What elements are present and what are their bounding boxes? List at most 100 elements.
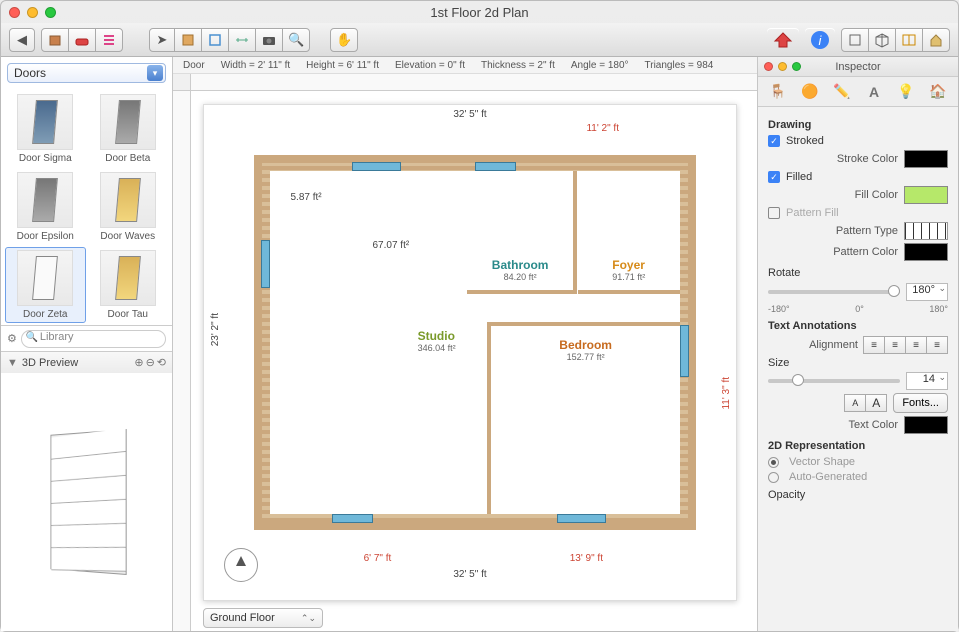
tab-building-icon[interactable]: 🏠 (928, 82, 948, 102)
align-right-button[interactable]: ≡ (905, 336, 927, 354)
zoom-in-icon[interactable]: ⊕ (134, 356, 143, 369)
size-value[interactable]: 14 (906, 372, 948, 390)
rep-auto-radio[interactable] (768, 472, 779, 483)
inspector-title: Inspector (758, 61, 958, 73)
info-button[interactable]: i (805, 28, 835, 52)
alignment-label: Alignment (768, 339, 858, 351)
text-color-swatch[interactable] (904, 416, 948, 434)
stroke-color-swatch[interactable] (904, 150, 948, 168)
reset-view-icon[interactable]: ⟲ (157, 356, 166, 369)
info-object: Door (183, 60, 205, 71)
tool-zoom-button[interactable]: 🔍 (282, 28, 310, 52)
compass-icon (224, 548, 258, 582)
room-bathroom[interactable]: Bathroom 84.20 ft² (467, 171, 578, 294)
stroke-color-label: Stroke Color (768, 153, 898, 165)
titlebar: 1st Floor 2d Plan (1, 1, 958, 23)
nav-back-button[interactable]: ◀ (9, 28, 35, 52)
pattern-type-picker[interactable] (904, 222, 948, 240)
zoom-out-icon[interactable]: ⊖ (146, 356, 155, 369)
library-grid: Door Sigma Door Beta Door Epsilon Door W… (1, 89, 172, 325)
floor-selector[interactable]: Ground Floor ⌃⌄ (203, 608, 323, 628)
library-item[interactable]: Door Sigma (5, 91, 86, 167)
window-title: 1st Floor 2d Plan (1, 5, 958, 20)
tool-dimension-button[interactable] (228, 28, 256, 52)
section-drawing: Drawing (768, 119, 948, 131)
opacity-label: Opacity (768, 489, 948, 501)
dim-left-total: 23' 2" ft (210, 313, 221, 346)
align-justify-button[interactable]: ≡ (926, 336, 948, 354)
size-label: Size (768, 357, 789, 369)
floor-plan-canvas[interactable]: 32' 5" ft 11' 2" ft 23' 2" ft 11' 3" ft … (203, 104, 737, 601)
category-dropdown[interactable]: Doors ▾ (7, 63, 166, 83)
category-label: Doors (14, 66, 46, 80)
ruler-vertical[interactable] (173, 91, 191, 631)
stroked-checkbox[interactable]: ✓ (768, 135, 780, 147)
dim-bottom-left: 6' 7" ft (364, 553, 392, 564)
align-left-button[interactable]: ≡ (863, 336, 885, 354)
info-thickness: Thickness = 2" ft (481, 60, 555, 71)
stroked-label: Stroked (786, 135, 948, 147)
dim-top-right: 11' 2" ft (586, 123, 619, 134)
mode-list-button[interactable] (95, 28, 123, 52)
fill-color-swatch[interactable] (904, 186, 948, 204)
tab-text-icon[interactable]: A (864, 82, 884, 102)
disclosure-icon[interactable]: ▼ (7, 357, 18, 369)
mode-sofa-button[interactable] (68, 28, 96, 52)
pattern-fill-label: Pattern Fill (786, 207, 948, 219)
ruler-corner (173, 74, 191, 91)
tab-2d-icon[interactable]: ✏️ (832, 82, 852, 102)
size-slider[interactable] (768, 379, 900, 383)
info-elevation: Elevation = 0" ft (395, 60, 465, 71)
fonts-button[interactable]: Fonts... (893, 393, 948, 413)
room-foyer[interactable]: Foyer 91.71 ft² (578, 171, 681, 294)
tab-light-icon[interactable]: 💡 (896, 82, 916, 102)
tool-room-button[interactable] (201, 28, 229, 52)
fill-color-label: Fill Color (768, 189, 898, 201)
library-item-selected[interactable]: Door Zeta (5, 247, 86, 323)
main-toolbar: ◀ ➤ 🔍 ✋ i (1, 23, 958, 57)
preview-3d[interactable] (1, 373, 172, 631)
mode-furniture-button[interactable] (41, 28, 69, 52)
section-2d-rep: 2D Representation (768, 440, 948, 452)
view-3d-button[interactable] (868, 28, 896, 52)
pattern-type-label: Pattern Type (768, 225, 898, 237)
rotate-value[interactable]: 180° (906, 283, 948, 301)
chevron-down-icon: ▾ (147, 65, 163, 81)
room-studio-label: Studio 346.04 ft² (418, 329, 456, 353)
pattern-color-swatch[interactable] (904, 243, 948, 261)
tool-wall-button[interactable] (174, 28, 202, 52)
tool-camera-button[interactable] (255, 28, 283, 52)
inspector-panel: Inspector 🪑 🟠 ✏️ A 💡 🏠 Drawing ✓ Stroked… (758, 57, 958, 631)
pattern-fill-checkbox[interactable] (768, 207, 780, 219)
rotate-label: Rotate (768, 267, 948, 279)
view-split-button[interactable] (895, 28, 923, 52)
library-item[interactable]: Door Beta (88, 91, 169, 167)
font-large-button[interactable]: A (865, 394, 887, 412)
info-bar: Door Width = 2' 11" ft Height = 6' 11" f… (173, 57, 757, 74)
inspector-tabs: 🪑 🟠 ✏️ A 💡 🏠 (758, 77, 958, 107)
align-center-button[interactable]: ≡ (884, 336, 906, 354)
filled-checkbox[interactable]: ✓ (768, 171, 780, 183)
library-item[interactable]: Door Epsilon (5, 169, 86, 245)
font-small-button[interactable]: A (844, 394, 866, 412)
info-height: Height = 6' 11" ft (306, 60, 379, 71)
room-bedroom[interactable]: Bedroom 152.77 ft² (487, 322, 680, 514)
view-home-button[interactable] (922, 28, 950, 52)
note-area: 5.87 ft² (291, 192, 322, 203)
library-item[interactable]: Door Waves (88, 169, 169, 245)
view-2d-button[interactable] (841, 28, 869, 52)
tab-materials-icon[interactable]: 🟠 (800, 82, 820, 102)
ruler-horizontal[interactable] (191, 74, 757, 91)
share-button[interactable] (767, 28, 799, 52)
rotate-slider[interactable] (768, 290, 900, 294)
tool-pan-button[interactable]: ✋ (330, 28, 358, 52)
library-search[interactable]: Library (21, 330, 166, 348)
rep-vector-radio[interactable] (768, 457, 779, 468)
tool-select-button[interactable]: ➤ (149, 28, 175, 52)
library-item[interactable]: Door Tau (88, 247, 169, 323)
library-sidebar: Doors ▾ Door Sigma Door Beta Door Epsilo… (1, 57, 173, 631)
tab-object-icon[interactable]: 🪑 (768, 82, 788, 102)
text-color-label: Text Color (768, 419, 898, 431)
gear-icon[interactable]: ⚙ (7, 332, 17, 345)
preview-title: 3D Preview (22, 357, 78, 369)
